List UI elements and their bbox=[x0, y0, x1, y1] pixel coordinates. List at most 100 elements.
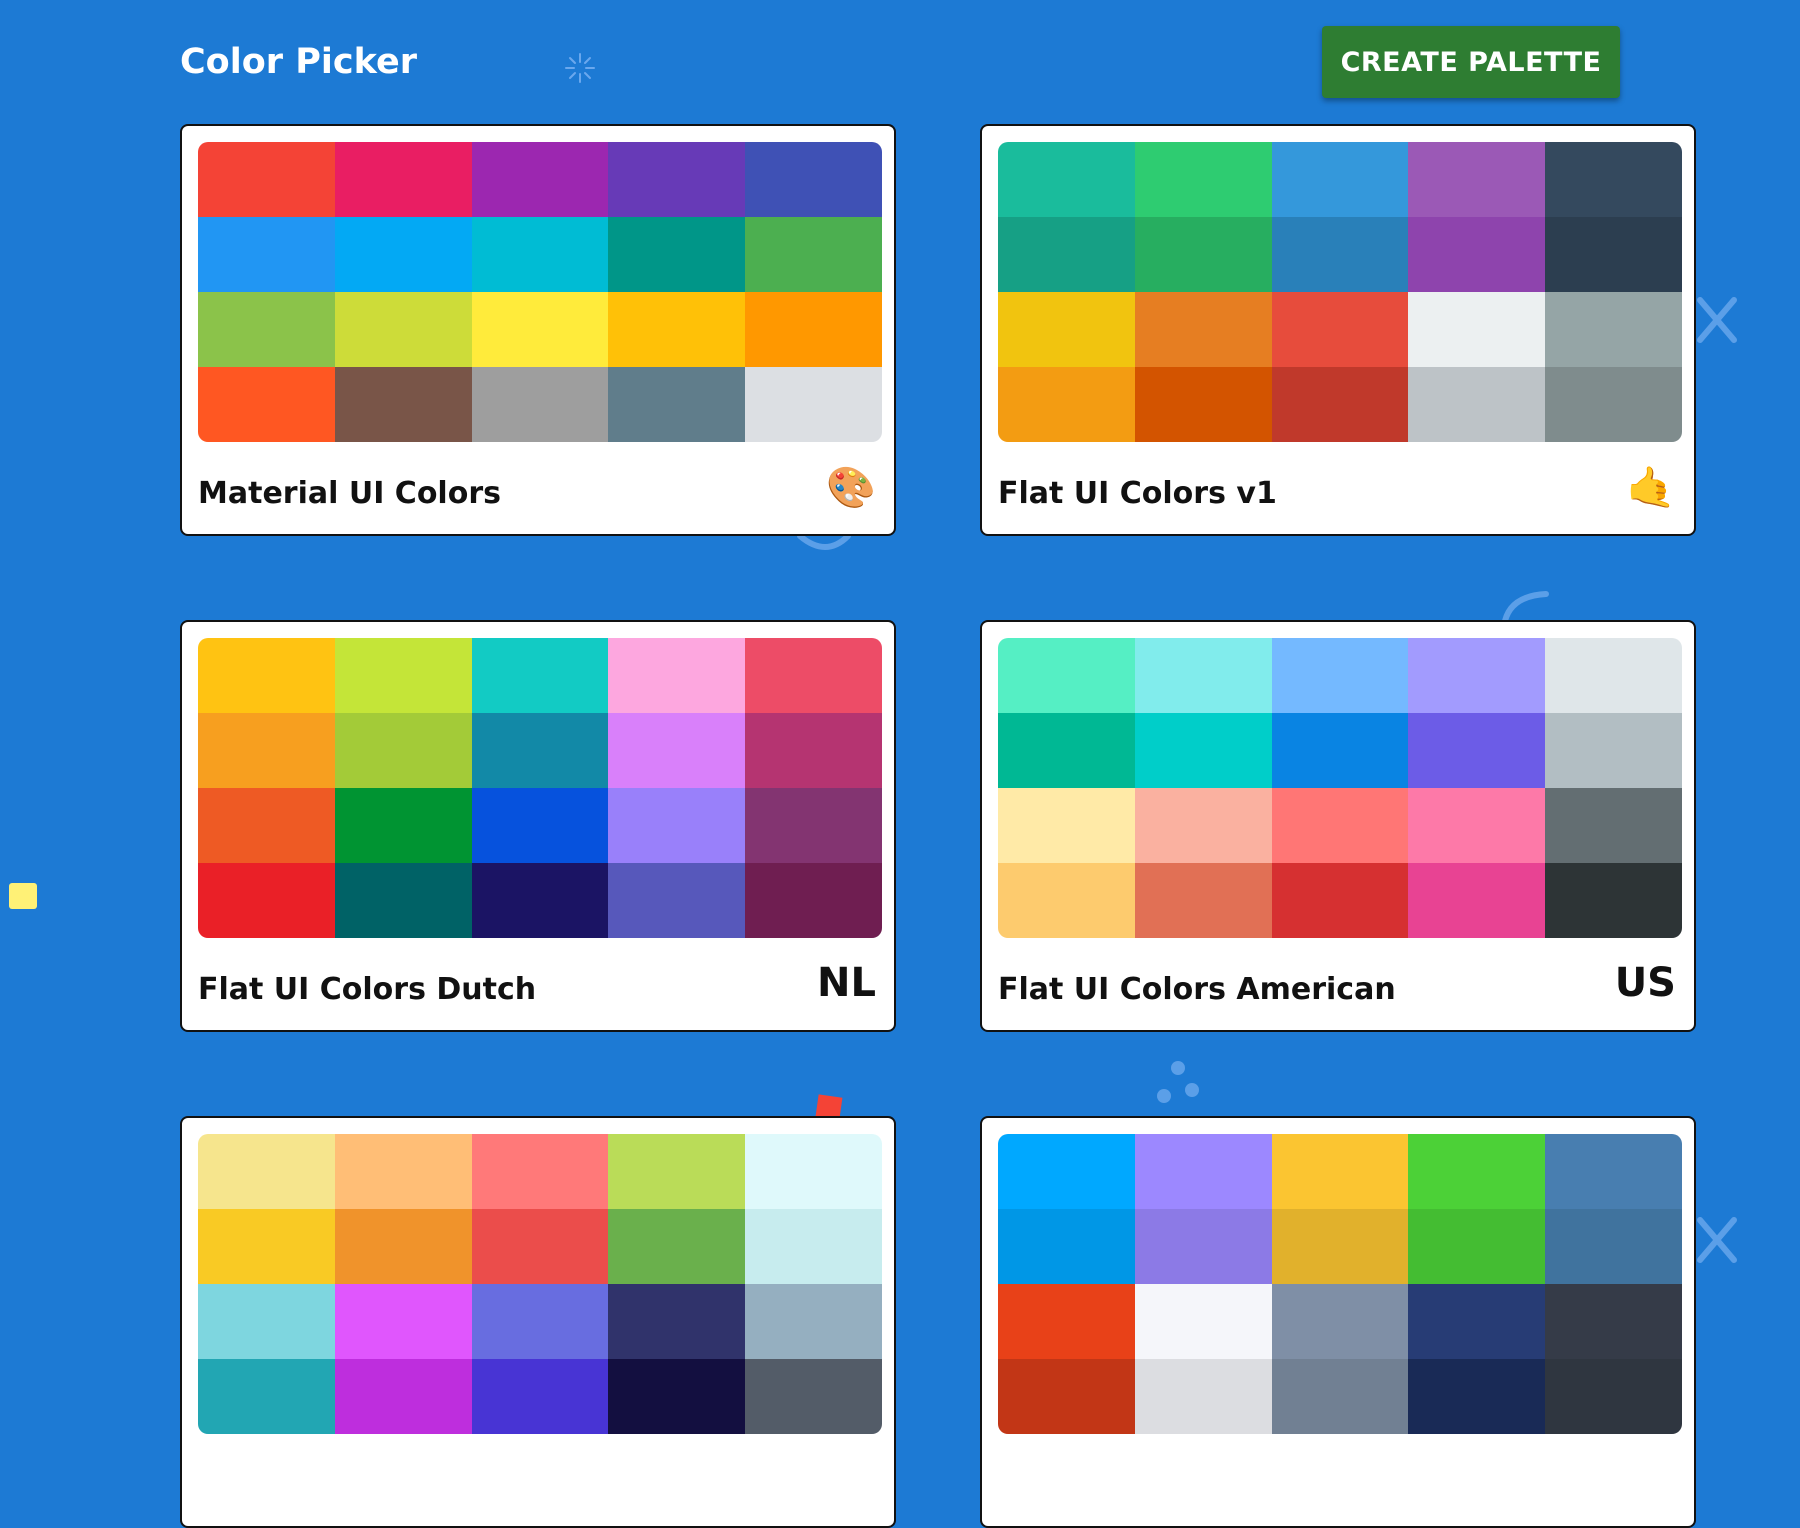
color-swatch[interactable] bbox=[998, 1209, 1135, 1284]
color-swatch[interactable] bbox=[1408, 713, 1546, 788]
color-swatch[interactable] bbox=[1271, 142, 1409, 217]
color-swatch[interactable] bbox=[471, 713, 609, 788]
color-swatch[interactable] bbox=[1408, 142, 1546, 217]
palette-card[interactable] bbox=[180, 1116, 896, 1528]
color-swatch[interactable] bbox=[1271, 217, 1409, 292]
color-swatch[interactable] bbox=[608, 367, 746, 442]
color-swatch[interactable] bbox=[1408, 788, 1546, 863]
color-swatch[interactable] bbox=[471, 1359, 609, 1434]
color-swatch[interactable] bbox=[334, 1284, 472, 1359]
color-swatch[interactable] bbox=[745, 292, 882, 367]
color-swatch[interactable] bbox=[998, 713, 1135, 788]
color-swatch[interactable] bbox=[1545, 1134, 1682, 1209]
color-swatch[interactable] bbox=[471, 1284, 609, 1359]
color-swatch[interactable] bbox=[1545, 1284, 1682, 1359]
color-swatch[interactable] bbox=[198, 713, 335, 788]
color-swatch[interactable] bbox=[334, 142, 472, 217]
color-swatch[interactable] bbox=[608, 1209, 746, 1284]
color-swatch[interactable] bbox=[334, 713, 472, 788]
color-swatch[interactable] bbox=[471, 788, 609, 863]
color-swatch[interactable] bbox=[1545, 292, 1682, 367]
color-swatch[interactable] bbox=[1271, 1284, 1409, 1359]
color-swatch[interactable] bbox=[334, 292, 472, 367]
color-swatch[interactable] bbox=[198, 863, 335, 938]
color-swatch[interactable] bbox=[1134, 217, 1272, 292]
color-swatch[interactable] bbox=[1271, 1209, 1409, 1284]
color-swatch[interactable] bbox=[1545, 142, 1682, 217]
color-swatch[interactable] bbox=[1134, 1134, 1272, 1209]
palette-card[interactable]: Flat UI Colors v1 🤙 bbox=[980, 124, 1696, 536]
color-swatch[interactable] bbox=[198, 1284, 335, 1359]
color-swatch[interactable] bbox=[198, 292, 335, 367]
color-swatch[interactable] bbox=[1545, 863, 1682, 938]
color-swatch[interactable] bbox=[998, 217, 1135, 292]
color-swatch[interactable] bbox=[198, 1359, 335, 1434]
color-swatch[interactable] bbox=[1134, 788, 1272, 863]
color-swatch[interactable] bbox=[1271, 1134, 1409, 1209]
palette-card[interactable]: Material UI Colors 🎨 bbox=[180, 124, 896, 536]
color-swatch[interactable] bbox=[1545, 1209, 1682, 1284]
color-swatch[interactable] bbox=[608, 1134, 746, 1209]
color-swatch[interactable] bbox=[1134, 1284, 1272, 1359]
color-swatch[interactable] bbox=[198, 217, 335, 292]
color-swatch[interactable] bbox=[998, 863, 1135, 938]
color-swatch[interactable] bbox=[1271, 292, 1409, 367]
color-swatch[interactable] bbox=[334, 638, 472, 713]
color-swatch[interactable] bbox=[1271, 638, 1409, 713]
color-swatch[interactable] bbox=[1134, 367, 1272, 442]
color-swatch[interactable] bbox=[198, 638, 335, 713]
color-swatch[interactable] bbox=[1408, 638, 1546, 713]
color-swatch[interactable] bbox=[334, 863, 472, 938]
color-swatch[interactable] bbox=[608, 292, 746, 367]
color-swatch[interactable] bbox=[471, 217, 609, 292]
color-swatch[interactable] bbox=[198, 367, 335, 442]
color-swatch[interactable] bbox=[471, 1134, 609, 1209]
color-swatch[interactable] bbox=[745, 1284, 882, 1359]
color-swatch[interactable] bbox=[1545, 788, 1682, 863]
color-swatch[interactable] bbox=[608, 863, 746, 938]
color-swatch[interactable] bbox=[198, 1134, 335, 1209]
color-swatch[interactable] bbox=[471, 638, 609, 713]
color-swatch[interactable] bbox=[608, 713, 746, 788]
color-swatch[interactable] bbox=[998, 367, 1135, 442]
color-swatch[interactable] bbox=[334, 367, 472, 442]
color-swatch[interactable] bbox=[1545, 638, 1682, 713]
color-swatch[interactable] bbox=[1134, 713, 1272, 788]
color-swatch[interactable] bbox=[198, 788, 335, 863]
color-swatch[interactable] bbox=[745, 638, 882, 713]
color-swatch[interactable] bbox=[334, 788, 472, 863]
color-swatch[interactable] bbox=[998, 142, 1135, 217]
color-swatch[interactable] bbox=[1408, 1359, 1546, 1434]
color-swatch[interactable] bbox=[745, 1134, 882, 1209]
color-swatch[interactable] bbox=[1271, 713, 1409, 788]
color-swatch[interactable] bbox=[471, 863, 609, 938]
color-swatch[interactable] bbox=[334, 1209, 472, 1284]
color-swatch[interactable] bbox=[1271, 863, 1409, 938]
color-swatch[interactable] bbox=[608, 1284, 746, 1359]
color-swatch[interactable] bbox=[198, 1209, 335, 1284]
color-swatch[interactable] bbox=[1545, 367, 1682, 442]
color-swatch[interactable] bbox=[998, 1284, 1135, 1359]
color-swatch[interactable] bbox=[1545, 1359, 1682, 1434]
color-swatch[interactable] bbox=[198, 142, 335, 217]
color-swatch[interactable] bbox=[608, 1359, 746, 1434]
color-swatch[interactable] bbox=[1271, 788, 1409, 863]
color-swatch[interactable] bbox=[1271, 1359, 1409, 1434]
color-swatch[interactable] bbox=[1134, 1209, 1272, 1284]
color-swatch[interactable] bbox=[608, 142, 746, 217]
color-swatch[interactable] bbox=[1408, 217, 1546, 292]
color-swatch[interactable] bbox=[334, 217, 472, 292]
color-swatch[interactable] bbox=[1545, 217, 1682, 292]
color-swatch[interactable] bbox=[998, 1134, 1135, 1209]
color-swatch[interactable] bbox=[745, 1209, 882, 1284]
color-swatch[interactable] bbox=[998, 638, 1135, 713]
create-palette-button[interactable]: CREATE PALETTE bbox=[1322, 26, 1620, 98]
color-swatch[interactable] bbox=[1134, 863, 1272, 938]
color-swatch[interactable] bbox=[745, 367, 882, 442]
color-swatch[interactable] bbox=[998, 1359, 1135, 1434]
color-swatch[interactable] bbox=[998, 788, 1135, 863]
color-swatch[interactable] bbox=[998, 292, 1135, 367]
color-swatch[interactable] bbox=[1134, 1359, 1272, 1434]
color-swatch[interactable] bbox=[1408, 1284, 1546, 1359]
color-swatch[interactable] bbox=[471, 367, 609, 442]
